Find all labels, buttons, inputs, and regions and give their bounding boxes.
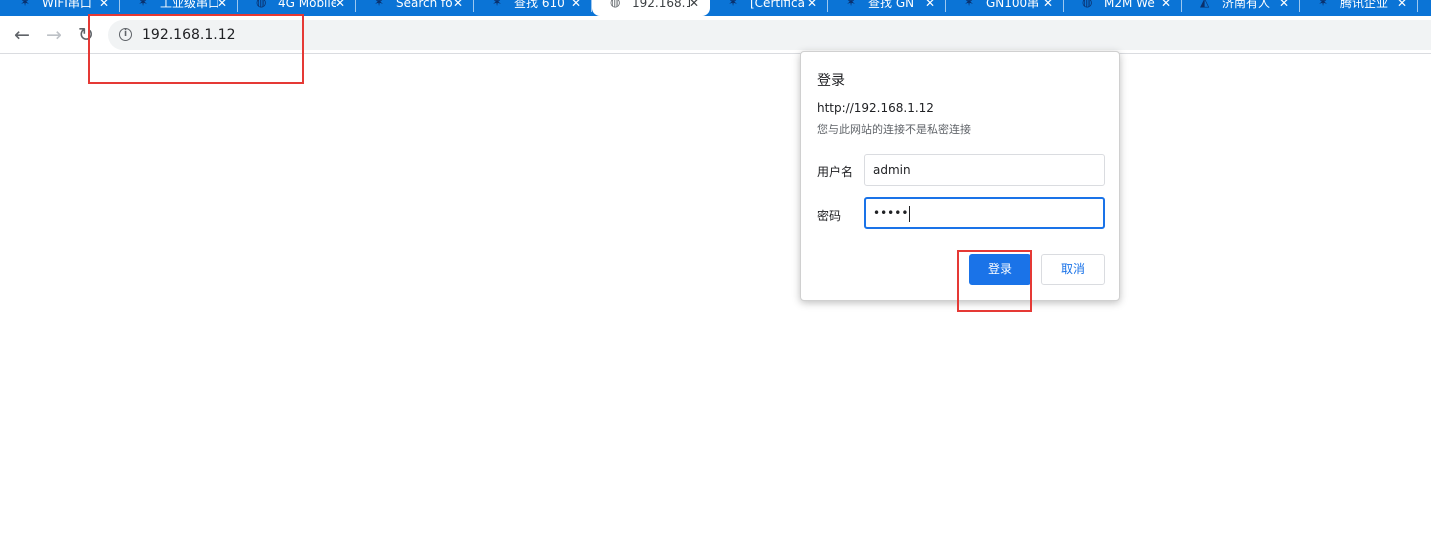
close-icon[interactable]: ✕	[688, 0, 700, 9]
tab-9[interactable]: ◍ M2M We ✕	[1064, 0, 1182, 16]
tab-6[interactable]: ✶ [Certifica ✕	[710, 0, 828, 16]
close-icon[interactable]: ✕	[806, 0, 818, 9]
tab-8[interactable]: ✶ GN100串 ✕	[946, 0, 1064, 16]
tab-title: 查找 610	[514, 0, 565, 9]
tab-title: Search fo	[396, 0, 453, 9]
back-button[interactable]: ←	[9, 22, 35, 48]
username-label: 用户名	[817, 165, 854, 179]
close-icon[interactable]: ✕	[1278, 0, 1290, 9]
tab-5[interactable]: ◍ 192.168.1 ✕	[592, 0, 710, 16]
close-icon[interactable]: ✕	[216, 0, 228, 9]
tab-title: 工业级串口	[160, 0, 218, 9]
star-icon: ✶	[20, 0, 31, 9]
username-input[interactable]: admin	[864, 154, 1105, 186]
tab-11[interactable]: ✶ 腾讯企业 ✕	[1300, 0, 1418, 16]
star-icon: ✶	[846, 0, 857, 9]
logo-icon: ◭	[1200, 0, 1210, 9]
star-icon: ✶	[492, 0, 503, 9]
globe-icon: ◍	[256, 0, 267, 9]
close-icon[interactable]: ✕	[924, 0, 936, 9]
close-icon[interactable]: ✕	[1042, 0, 1054, 9]
tab-10[interactable]: ◭ 济南有人 ✕	[1182, 0, 1300, 16]
tab-title: GN100串	[986, 0, 1040, 9]
star-icon: ✶	[138, 0, 149, 9]
highlight-login-box	[957, 250, 1032, 312]
tab-title: 济南有人	[1222, 0, 1271, 9]
close-icon[interactable]: ✕	[1396, 0, 1408, 9]
tab-title: 腾讯企业	[1340, 0, 1389, 9]
text-caret	[909, 205, 911, 222]
close-icon[interactable]: ✕	[98, 0, 110, 9]
tab-7[interactable]: ✶ 查找 GN ✕	[828, 0, 946, 16]
star-icon: ✶	[374, 0, 385, 9]
username-value: admin	[873, 163, 911, 177]
star-icon: ✶	[728, 0, 739, 9]
dialog-title: 登录	[817, 73, 845, 89]
tab-title: WIFI串口	[42, 0, 92, 9]
tab-title: M2M We	[1104, 0, 1155, 9]
tab-title: [Certifica	[750, 0, 805, 9]
star-icon: ✶	[964, 0, 975, 9]
tab-3[interactable]: ✶ Search fo ✕	[356, 0, 474, 16]
dialog-origin: http://192.168.1.12	[817, 101, 934, 115]
close-icon[interactable]: ✕	[334, 0, 346, 9]
highlight-address-box	[88, 14, 304, 84]
close-icon[interactable]: ✕	[1160, 0, 1172, 9]
star-icon: ✶	[1318, 0, 1329, 9]
globe-icon: ◍	[610, 0, 621, 9]
password-input[interactable]: •••••	[864, 197, 1105, 229]
address-bar[interactable]: i 192.168.1.12	[108, 20, 1431, 50]
dialog-warning: 您与此网站的连接不是私密连接	[817, 123, 971, 136]
tab-title: 192.168.1	[632, 0, 690, 9]
arrow-right-icon: →	[46, 24, 62, 46]
arrow-left-icon: ←	[14, 24, 30, 46]
tab-title: 查找 GN	[868, 0, 915, 9]
globe-icon: ◍	[1082, 0, 1093, 9]
tab-4[interactable]: ✶ 查找 610 ✕	[474, 0, 592, 16]
tab-title: 4G Mobile	[278, 0, 336, 9]
cancel-button[interactable]: 取消	[1041, 254, 1105, 285]
tab-separator	[1417, 0, 1418, 12]
close-icon[interactable]: ✕	[452, 0, 464, 9]
password-label: 密码	[817, 209, 842, 223]
password-value: •••••	[873, 206, 909, 220]
close-icon[interactable]: ✕	[570, 0, 582, 9]
forward-button[interactable]: →	[41, 22, 67, 48]
